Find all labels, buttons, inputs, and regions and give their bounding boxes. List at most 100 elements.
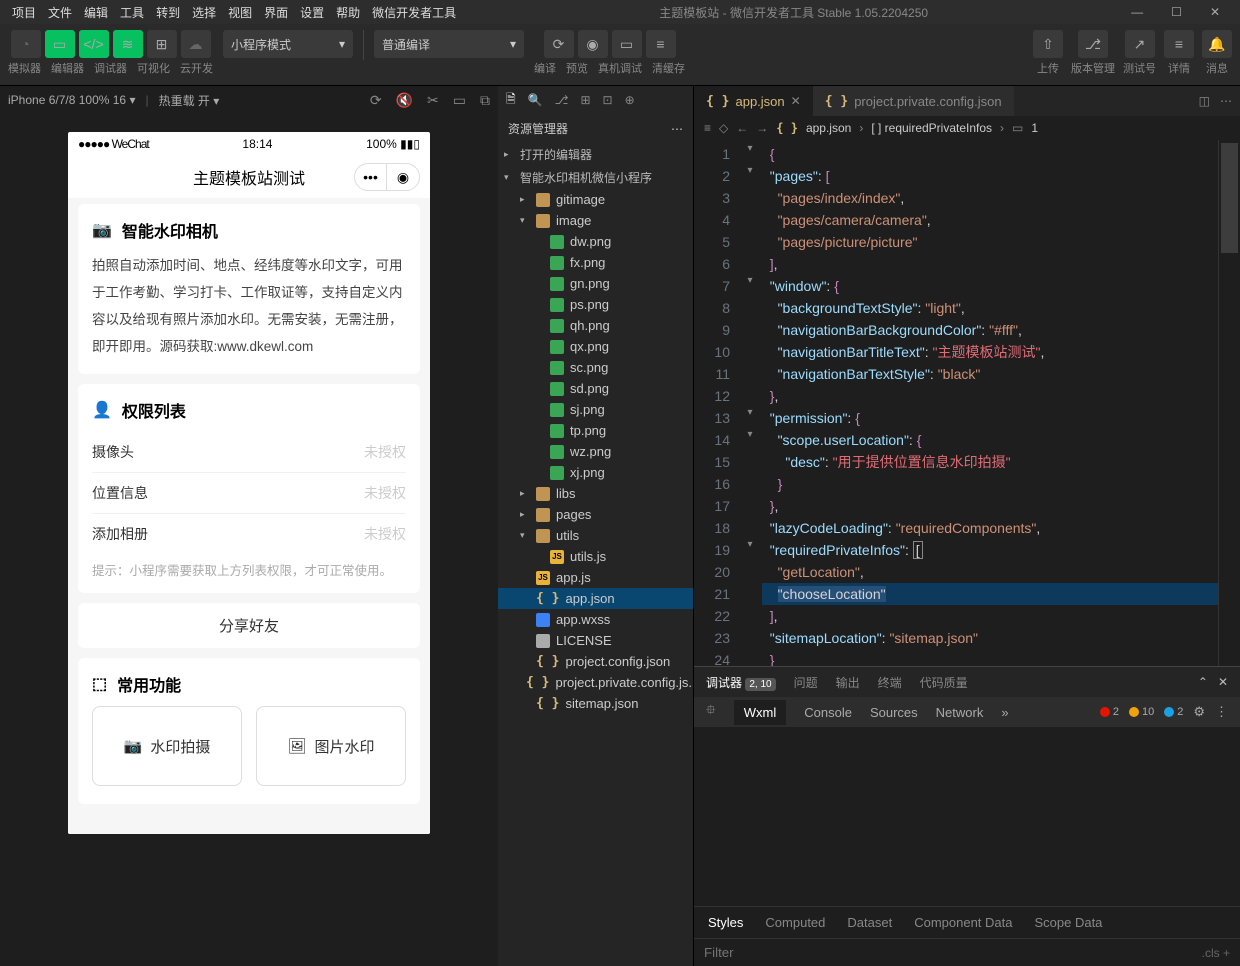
preview-button[interactable]: ◉	[578, 30, 608, 58]
upload-button[interactable]: ⇧	[1033, 30, 1063, 58]
popout-icon[interactable]: ⧉	[480, 92, 490, 109]
tree-item[interactable]: { }project.private.config.js...	[498, 672, 693, 693]
breadcrumb[interactable]: ≡ ◇ ← → { }app.json › [ ] requiredPrivat…	[694, 116, 1240, 140]
close-icon[interactable]: ✕	[1218, 675, 1228, 689]
project-root[interactable]: ▾智能水印相机微信小程序	[498, 166, 693, 189]
menu-设置[interactable]: 设置	[294, 2, 330, 23]
perm-row[interactable]: 摄像头未授权	[92, 432, 406, 472]
tree-item[interactable]: qh.png	[498, 315, 693, 336]
compile-button[interactable]: ⟳	[544, 30, 574, 58]
filter-input[interactable]	[704, 945, 904, 960]
menu-编辑[interactable]: 编辑	[78, 2, 114, 23]
tree-item[interactable]: fx.png	[498, 252, 693, 273]
tree-item[interactable]: ▸pages	[498, 504, 693, 525]
explorer-icon[interactable]: 🗎	[506, 90, 516, 111]
tree-item[interactable]: wz.png	[498, 441, 693, 462]
tree-item[interactable]: LICENSE	[498, 630, 693, 651]
settings-icon[interactable]: ⚙	[1193, 704, 1205, 720]
profile-button[interactable]: ◔	[11, 30, 41, 58]
visual-button[interactable]: ⊞	[147, 30, 177, 58]
remote-debug-button[interactable]: ▭	[612, 30, 642, 58]
editor-button[interactable]: </>	[79, 30, 109, 58]
open-editors-section[interactable]: ▸打开的编辑器	[498, 143, 693, 166]
explorer-more[interactable]: ⋯	[671, 122, 683, 136]
tree-item[interactable]: qx.png	[498, 336, 693, 357]
menu-选择[interactable]: 选择	[186, 2, 222, 23]
bookmark-icon[interactable]: ◇	[719, 121, 728, 135]
tree-item[interactable]: ▸libs	[498, 483, 693, 504]
inspect-icon[interactable]: ⯐	[706, 701, 716, 723]
testid-button[interactable]: ↗	[1125, 30, 1155, 58]
dataset-tab[interactable]: Dataset	[847, 915, 892, 930]
perm-row[interactable]: 添加相册未授权	[92, 513, 406, 554]
tree-item[interactable]: { }project.config.json	[498, 651, 693, 672]
split-icon[interactable]: ◫	[1199, 94, 1210, 108]
scm-icon[interactable]: ⎇	[555, 93, 569, 107]
message-button[interactable]: 🔔	[1202, 30, 1232, 58]
menu-视图[interactable]: 视图	[222, 2, 258, 23]
maximize-button[interactable]: ☐	[1165, 3, 1188, 21]
menu-工具[interactable]: 工具	[114, 2, 150, 23]
menu-界面[interactable]: 界面	[258, 2, 294, 23]
menu-帮助[interactable]: 帮助	[330, 2, 366, 23]
collapse-icon[interactable]: ⌃	[1198, 675, 1208, 689]
more-icon[interactable]: ⊕	[625, 93, 635, 107]
version-button[interactable]: ⎇	[1078, 30, 1108, 58]
simulator-button[interactable]: ▭	[45, 30, 75, 58]
hot-reload-toggle[interactable]: 热重载 开 ▾	[159, 92, 220, 109]
cls-toggle[interactable]: .cls	[1202, 946, 1220, 960]
capsule-close[interactable]: ◉	[387, 164, 419, 190]
fwd-icon[interactable]: →	[756, 121, 768, 135]
close-button[interactable]: ✕	[1204, 3, 1226, 21]
tree-item[interactable]: ▾image	[498, 210, 693, 231]
warn-badge[interactable]: 10	[1129, 706, 1154, 718]
tree-item[interactable]: sc.png	[498, 357, 693, 378]
tree-item[interactable]: ps.png	[498, 294, 693, 315]
menu-微信开发者工具[interactable]: 微信开发者工具	[366, 2, 462, 23]
tree-item[interactable]: sj.png	[498, 399, 693, 420]
close-icon[interactable]: ✕	[791, 94, 801, 108]
mute-icon[interactable]: 🔇	[396, 92, 413, 109]
error-badge[interactable]: 2	[1100, 706, 1119, 718]
tree-item[interactable]: sd.png	[498, 378, 693, 399]
styles-tab[interactable]: Styles	[708, 915, 743, 930]
tree-item[interactable]: dw.png	[498, 231, 693, 252]
tree-item[interactable]: { }app.json	[498, 588, 693, 609]
add-style[interactable]: +	[1223, 946, 1230, 960]
tab-project-config[interactable]: { }project.private.config.json	[813, 86, 1014, 116]
device-select[interactable]: iPhone 6/7/8 100% 16 ▾	[8, 93, 135, 107]
share-button[interactable]: 分享好友	[78, 603, 420, 648]
more-icon[interactable]: ⋯	[1220, 94, 1232, 108]
computed-tab[interactable]: Computed	[765, 915, 825, 930]
scope-data-tab[interactable]: Scope Data	[1034, 915, 1102, 930]
more-tabs[interactable]: »	[1001, 705, 1008, 720]
plugin-icon[interactable]: ⊞	[580, 93, 590, 107]
tab-app-json[interactable]: { }app.json✕	[694, 86, 813, 116]
tree-item[interactable]: ▾utils	[498, 525, 693, 546]
network-tab[interactable]: Network	[936, 705, 984, 720]
mode-select[interactable]: 小程序模式▾	[223, 30, 353, 58]
capsule-menu[interactable]: •••	[355, 164, 387, 190]
refresh-icon[interactable]: ⟳	[370, 92, 382, 109]
menu-转到[interactable]: 转到	[150, 2, 186, 23]
problems-tab[interactable]: 问题	[794, 674, 818, 691]
menu-文件[interactable]: 文件	[42, 2, 78, 23]
info-badge[interactable]: 2	[1164, 706, 1183, 718]
wxml-tab[interactable]: Wxml	[734, 700, 787, 725]
more-icon[interactable]: ⋮	[1215, 704, 1228, 720]
component-data-tab[interactable]: Component Data	[914, 915, 1012, 930]
perm-row[interactable]: 位置信息未授权	[92, 472, 406, 513]
detail-button[interactable]: ≡	[1164, 30, 1194, 58]
minimize-button[interactable]: —	[1125, 3, 1149, 21]
tree-item[interactable]: JSapp.js	[498, 567, 693, 588]
tree-item[interactable]: ▸gitimage	[498, 189, 693, 210]
sources-tab[interactable]: Sources	[870, 705, 918, 720]
tree-item[interactable]: JSutils.js	[498, 546, 693, 567]
debug-tab[interactable]: 调试器 2, 10	[706, 674, 776, 691]
minimap[interactable]	[1218, 140, 1240, 666]
code-editor[interactable]: 123456789101112131415161718192021222324 …	[694, 140, 1240, 666]
back-icon[interactable]: ←	[736, 121, 748, 135]
tree-item[interactable]: tp.png	[498, 420, 693, 441]
compile-select[interactable]: 普通编译▾	[374, 30, 524, 58]
console-tab[interactable]: Console	[804, 705, 852, 720]
